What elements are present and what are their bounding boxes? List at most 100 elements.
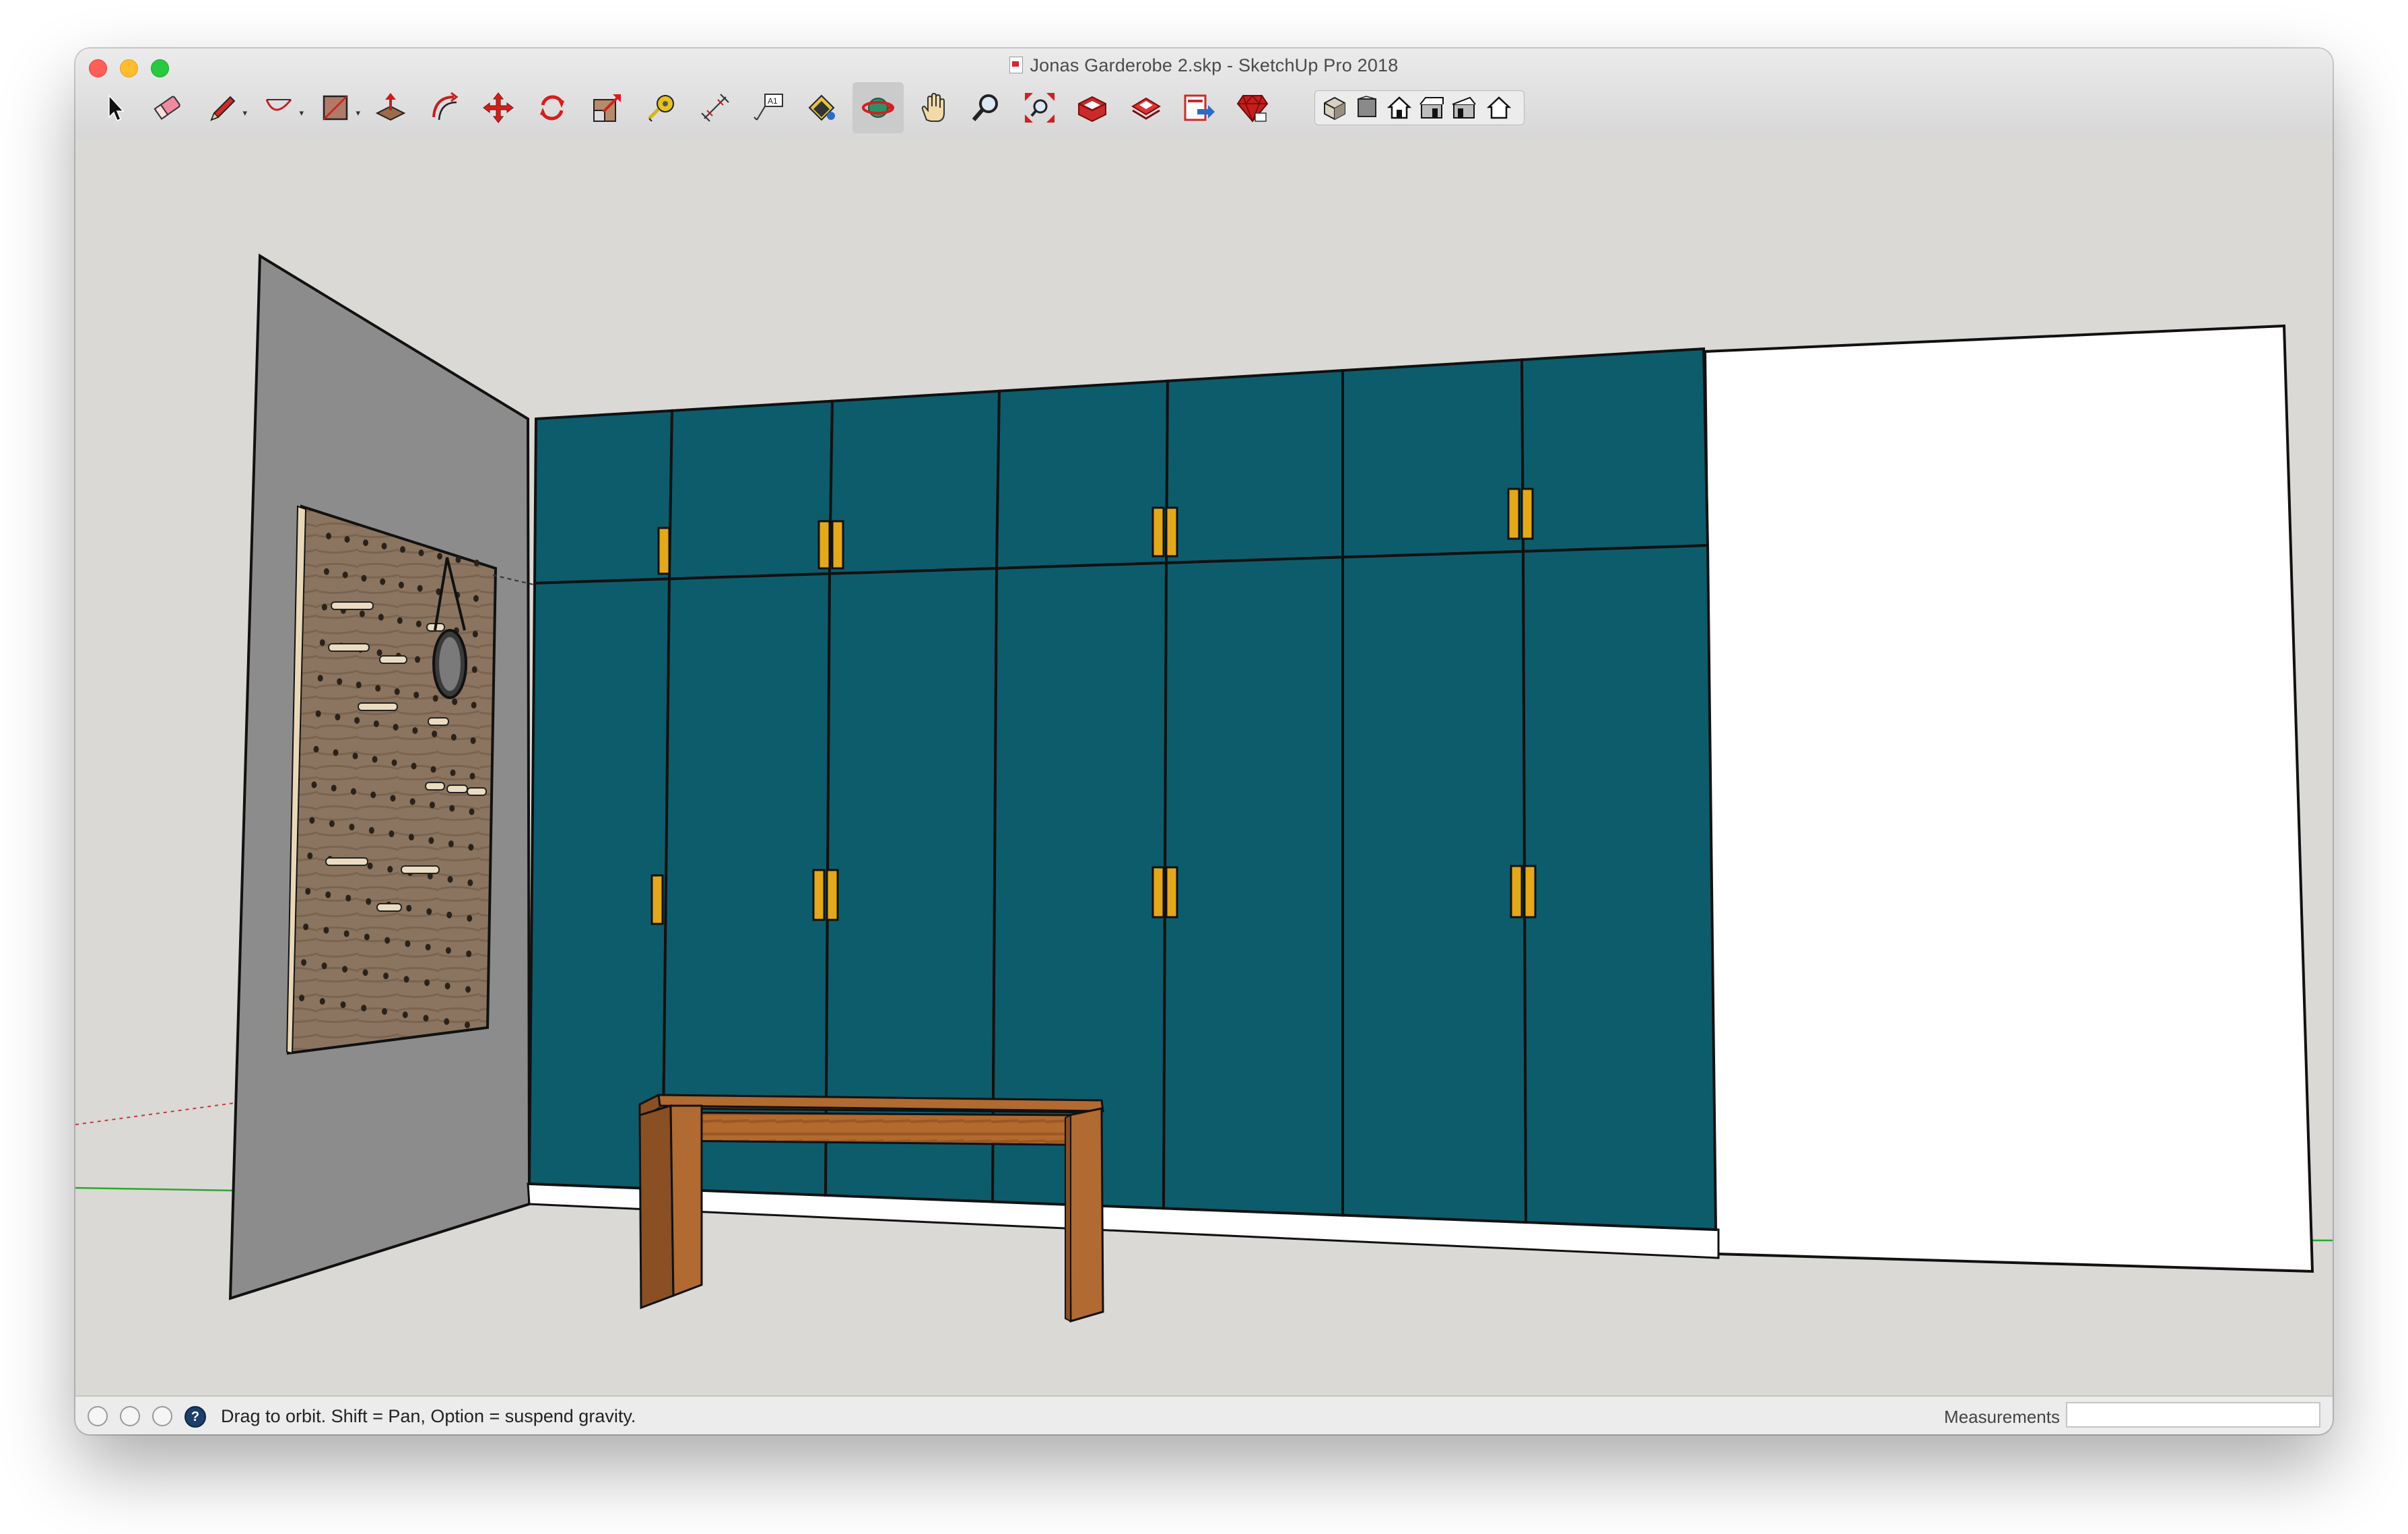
cabinet-handle[interactable] — [657, 527, 671, 575]
upper-cabinet-door[interactable] — [1164, 369, 1344, 564]
chevron-down-icon[interactable]: ▾ — [299, 108, 304, 119]
chevron-down-icon[interactable]: ▾ — [356, 108, 360, 119]
right-view-icon[interactable] — [1417, 94, 1446, 122]
cabinet-handle[interactable] — [1520, 488, 1534, 540]
peg-hole — [343, 930, 349, 937]
peg-hole — [415, 656, 421, 663]
select-tool-button[interactable] — [89, 82, 140, 133]
cabinet-handle[interactable] — [1507, 488, 1520, 540]
warehouse-tool-button[interactable] — [1067, 82, 1118, 133]
cabinet-handle[interactable] — [1165, 506, 1178, 558]
cabinet-handle[interactable] — [1151, 866, 1165, 919]
offset-tool-button[interactable] — [419, 82, 470, 133]
wooden-peg[interactable] — [376, 903, 402, 912]
peg-hole — [361, 574, 367, 582]
dimension-tool-button[interactable] — [690, 82, 741, 133]
peg-hole — [465, 1022, 470, 1028]
rotate-tool-button[interactable] — [527, 82, 578, 133]
extension-warehouse-tool-button[interactable] — [1121, 82, 1172, 133]
peg-hole — [375, 685, 381, 692]
wooden-peg[interactable] — [328, 643, 370, 652]
back-view-icon[interactable] — [1450, 94, 1478, 122]
lower-cabinet-door[interactable] — [1341, 549, 1528, 1224]
top-view-icon[interactable] — [1353, 94, 1381, 122]
zoom-extents-tool-button[interactable] — [1014, 82, 1065, 133]
wooden-peg[interactable] — [331, 601, 374, 610]
upper-cabinet-door[interactable] — [533, 409, 674, 585]
rotate-icon — [540, 95, 564, 121]
peg-hole — [409, 798, 415, 805]
peg-hole — [361, 1005, 367, 1011]
eraser-tool-button[interactable] — [141, 82, 193, 133]
peg-hole — [326, 533, 331, 539]
document-icon — [1009, 57, 1024, 73]
orbit-tool-button[interactable] — [852, 82, 904, 133]
cabinet-handle[interactable] — [812, 869, 826, 921]
geo-location-icon[interactable] — [88, 1406, 108, 1426]
help-icon[interactable]: ? — [185, 1406, 206, 1428]
wooden-peg[interactable] — [401, 865, 440, 874]
pan-tool-button[interactable] — [908, 82, 959, 133]
ruby-console-tool-button[interactable] — [1227, 82, 1278, 133]
peg-hole — [368, 827, 374, 834]
wooden-peg[interactable] — [325, 857, 368, 866]
cabinet-handle[interactable] — [1165, 866, 1178, 919]
cabinet-handle[interactable] — [831, 520, 844, 570]
peg-hole — [382, 1008, 387, 1015]
send-to-layout-tool-button[interactable] — [1173, 82, 1224, 133]
lower-cabinet-door[interactable] — [1162, 556, 1344, 1217]
3d-scene[interactable] — [75, 139, 2333, 1395]
peg-hole — [468, 844, 474, 851]
peg-hole — [331, 785, 337, 792]
wooden-peg[interactable] — [379, 655, 407, 664]
cabinet-handle[interactable] — [826, 869, 839, 921]
peg-hole — [400, 546, 405, 553]
wooden-peg[interactable] — [446, 785, 468, 793]
wooden-peg[interactable] — [428, 717, 449, 726]
peg-hole — [313, 745, 319, 753]
peg-hole — [471, 666, 477, 673]
peg-hole — [403, 976, 409, 983]
cabinet-handle[interactable] — [1151, 506, 1165, 558]
dimension-icon — [701, 94, 729, 122]
upper-cabinet-door[interactable] — [828, 389, 1001, 575]
upper-cabinet-door[interactable] — [1520, 347, 1710, 553]
peg-hole — [411, 762, 417, 770]
left-view-icon[interactable] — [1485, 94, 1513, 122]
modeling-viewport[interactable] — [75, 139, 2333, 1395]
wooden-peg[interactable] — [425, 782, 445, 791]
front-view-icon[interactable] — [1385, 94, 1413, 122]
cabinet-handle[interactable] — [1523, 865, 1537, 919]
zoom-tool-button[interactable] — [960, 82, 1011, 133]
upper-cabinet-door[interactable] — [1341, 358, 1525, 559]
cabinet-handle[interactable] — [817, 520, 831, 570]
push-pull-tool-button[interactable] — [365, 82, 416, 133]
arc-tool-button[interactable]: ▾ — [253, 82, 304, 133]
chevron-down-icon[interactable]: ▾ — [242, 108, 247, 119]
peg-hole — [398, 581, 404, 589]
peg-hole — [384, 937, 391, 944]
user-account-icon[interactable] — [152, 1406, 172, 1426]
lower-cabinet-door[interactable] — [1521, 543, 1718, 1232]
wooden-peg[interactable] — [467, 787, 487, 796]
offset-icon — [432, 92, 459, 121]
tape-measure-tool-button[interactable] — [636, 82, 687, 133]
measurements-input[interactable] — [2066, 1402, 2320, 1428]
move-tool-button[interactable] — [473, 82, 524, 133]
peg-hole — [473, 595, 479, 602]
iso-view-icon[interactable] — [1320, 94, 1349, 122]
cabinet-handle[interactable] — [1510, 865, 1523, 919]
cabinet-handle[interactable] — [650, 874, 664, 925]
lower-cabinet-door[interactable] — [527, 577, 671, 1191]
shape-tool-button[interactable]: ▾ — [310, 82, 361, 133]
line-tool-button[interactable]: ▾ — [197, 82, 248, 133]
upper-cabinet-door[interactable] — [667, 399, 834, 580]
white-wall[interactable] — [1703, 324, 2314, 1273]
paint-bucket-tool-button[interactable] — [796, 82, 847, 133]
peg-hole — [305, 888, 311, 895]
wooden-peg[interactable] — [358, 702, 398, 711]
credits-icon[interactable] — [120, 1406, 140, 1426]
upper-cabinet-door[interactable] — [995, 379, 1170, 570]
scale-tool-button[interactable] — [582, 82, 633, 133]
text-tool-button[interactable]: A1 — [743, 82, 795, 133]
